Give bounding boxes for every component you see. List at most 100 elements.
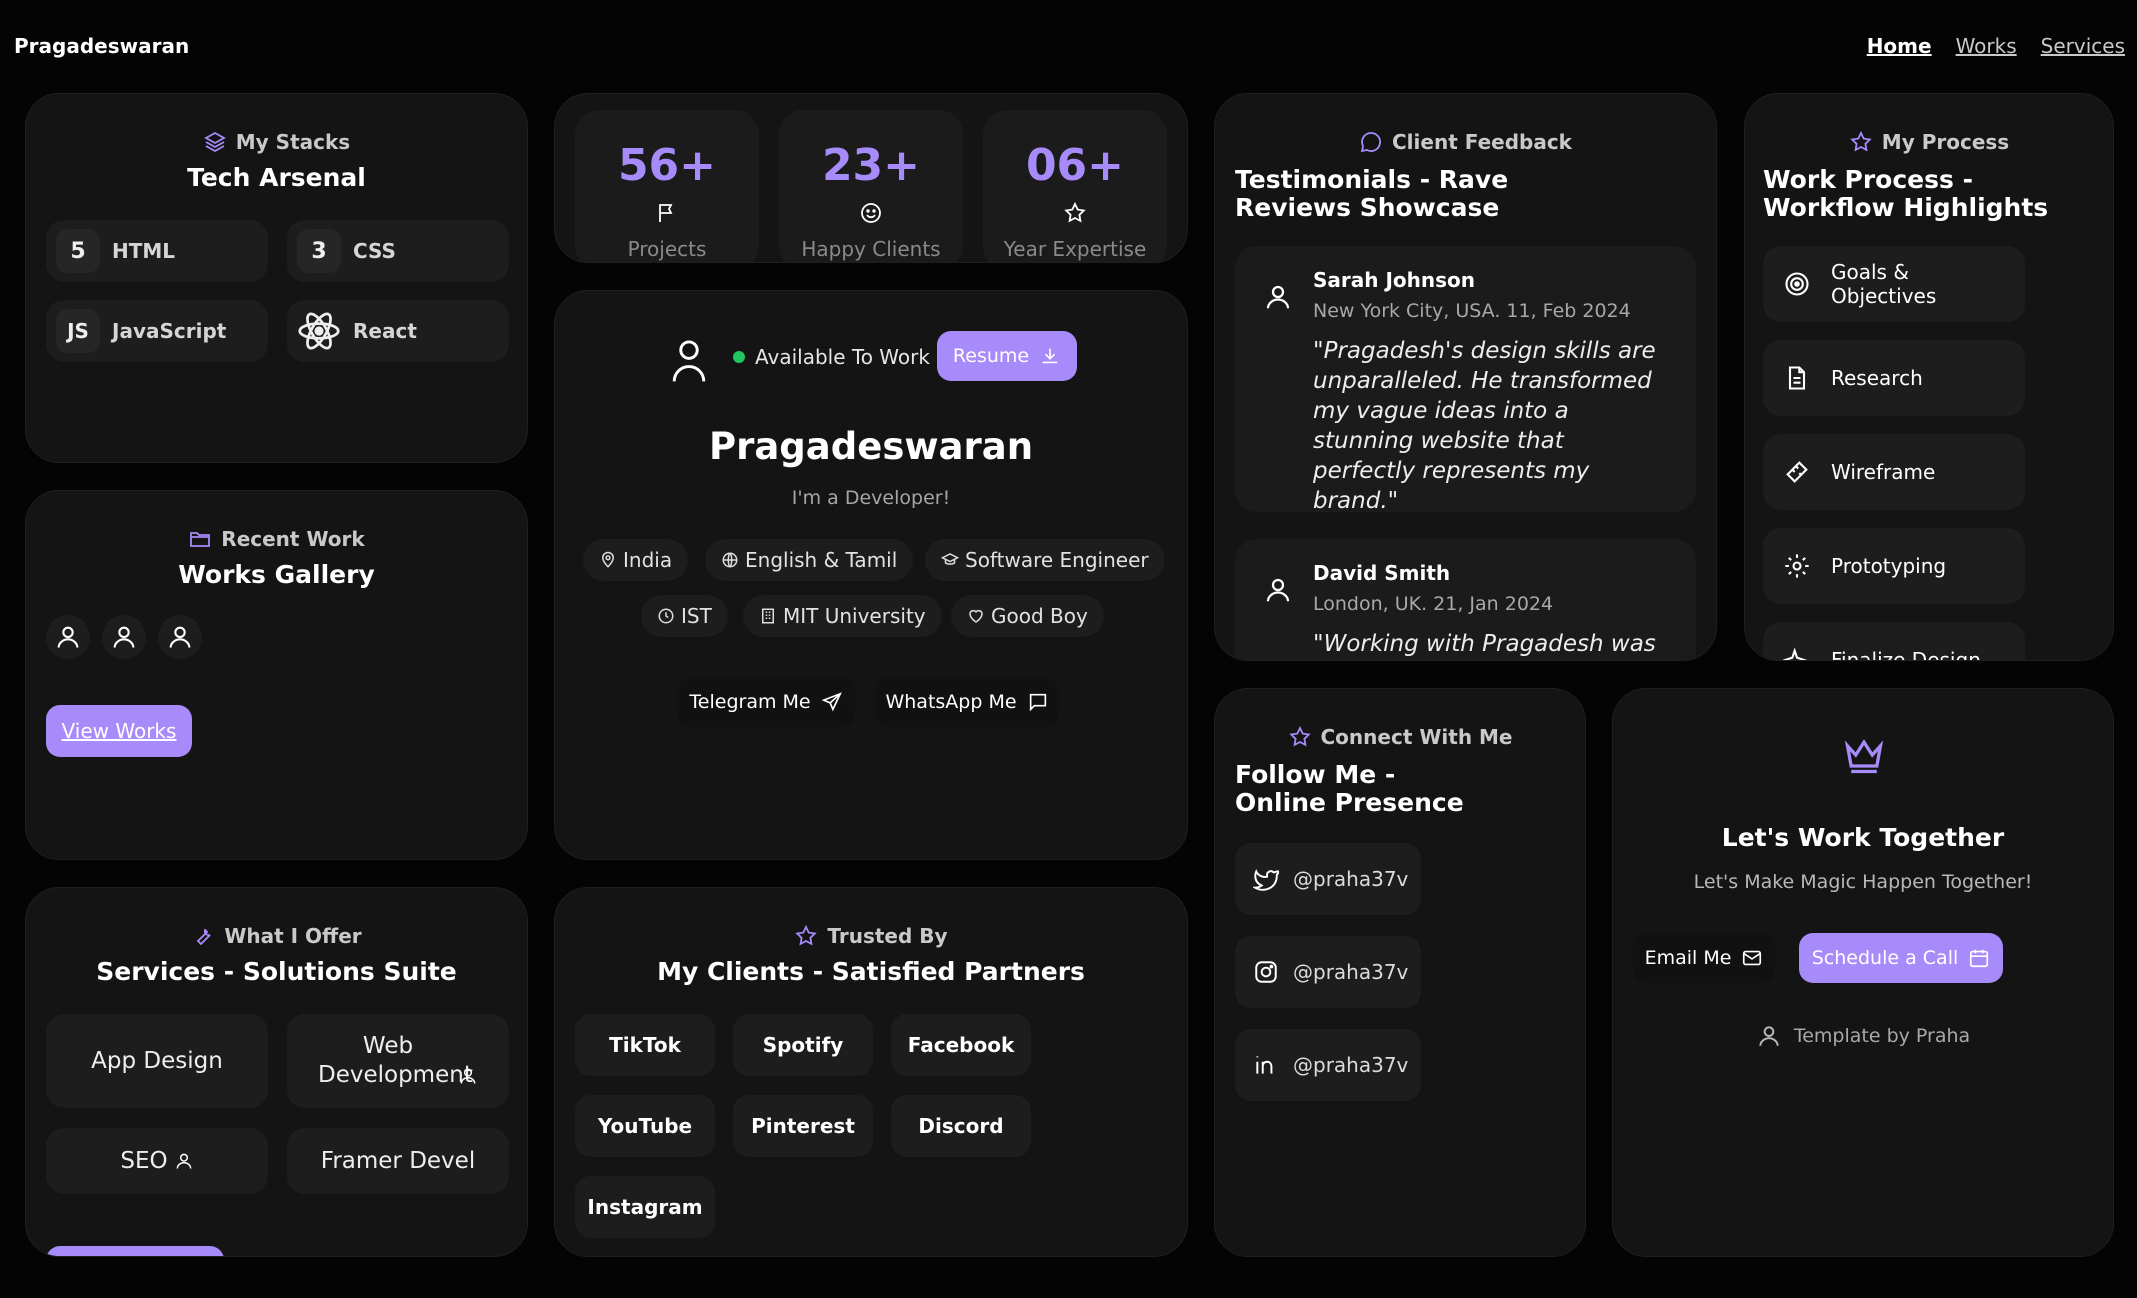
work-thumb-2[interactable] [102, 615, 146, 659]
connect-title: Follow Me - Online Presence [1235, 760, 1464, 817]
email-me-button[interactable]: Email Me [1633, 933, 1775, 983]
gear-icon [1783, 552, 1811, 580]
cta-card: Let's Work Together Let's Make Magic Hap… [1612, 688, 2114, 1257]
stat-happy-clients: 23+ Happy Clients [779, 110, 963, 262]
service-item: SEO [46, 1128, 268, 1194]
testimonial-meta: New York City, USA. 11, Feb 2024 [1313, 300, 1631, 322]
testimonial-card: Sarah Johnson New York City, USA. 11, Fe… [1235, 246, 1696, 514]
work-thumb-1[interactable] [46, 615, 90, 659]
testimonial-meta: London, UK. 21, Jan 2024 [1313, 593, 1554, 615]
layers-icon [203, 130, 227, 154]
download-icon [1039, 345, 1061, 367]
availability-status: Available To Work [755, 345, 930, 369]
client-logo: Instagram [575, 1176, 715, 1238]
user-icon [54, 623, 82, 651]
stat-projects: 56+ Projects [575, 110, 759, 262]
profile-role: I'm a Developer! [791, 487, 951, 509]
main-nav: Home Works Services [1867, 34, 2125, 58]
crown-icon [1841, 733, 1887, 777]
social-twitter[interactable]: @praha37v [1235, 843, 1421, 915]
process-step: Wireframe [1763, 434, 2025, 510]
clients-kicker: Trusted By [555, 924, 1187, 948]
works-card: Recent Work Works Gallery View Works [25, 490, 528, 860]
resume-button[interactable]: Resume [937, 331, 1077, 381]
service-item: Web Development [287, 1014, 509, 1108]
stacks-kicker: My Stacks [26, 130, 527, 154]
client-logo: TikTok [575, 1014, 715, 1076]
client-logo: Spotify [733, 1014, 873, 1076]
connect-card: Connect With Me Follow Me - Online Prese… [1214, 688, 1586, 1257]
template-credit[interactable]: Template by Praha [1613, 1023, 2113, 1049]
twitter-icon [1253, 866, 1279, 892]
star-icon [1288, 725, 1312, 749]
nav-works[interactable]: Works [1956, 34, 2017, 58]
client-logo: YouTube [575, 1095, 715, 1157]
feedback-card: Client Feedback Testimonials - Rave Revi… [1214, 93, 1717, 661]
social-instagram[interactable]: @praha37v [1235, 936, 1421, 1008]
ruler-icon [1783, 458, 1811, 486]
mail-icon [1741, 947, 1763, 969]
whatsapp-button[interactable]: WhatsApp Me [875, 677, 1059, 727]
message-icon [1027, 691, 1049, 713]
flag-icon [655, 201, 679, 225]
stacks-title: Tech Arsenal [187, 163, 366, 192]
linkedin-icon [1253, 1052, 1279, 1078]
feedback-title: Testimonials - Rave Reviews Showcase [1235, 165, 1509, 222]
testimonial-quote: "Pragadesh's design skills are unparalle… [1313, 338, 1656, 514]
document-icon [1783, 364, 1811, 392]
pin-icon [599, 551, 617, 569]
service-item: App Design [46, 1014, 268, 1108]
avatar [669, 337, 709, 383]
client-logo: Discord [891, 1095, 1031, 1157]
clients-card: Trusted By My Clients - Satisfied Partne… [554, 887, 1188, 1257]
calendar-icon [1968, 947, 1990, 969]
works-kicker: Recent Work [26, 527, 527, 551]
stat-year-expertise: 06+ Year Expertise [983, 110, 1167, 262]
nav-services[interactable]: Services [2041, 34, 2125, 58]
tag-timezone: IST [641, 595, 728, 637]
folder-icon [188, 527, 212, 551]
star-icon [794, 924, 818, 948]
user-icon [1263, 282, 1293, 312]
view-works-button[interactable]: View Works [46, 705, 192, 757]
telegram-button[interactable]: Telegram Me [677, 677, 855, 727]
tag-profession: Software Engineer [925, 539, 1165, 581]
process-step: Finalize Design [1763, 622, 2025, 660]
star-icon [1849, 130, 1873, 154]
services-more-button[interactable] [46, 1246, 224, 1256]
tag-location: India [583, 539, 689, 581]
tag-personality: Good Boy [951, 595, 1104, 637]
work-thumb-3[interactable] [158, 615, 202, 659]
css3-icon: 3 [297, 229, 341, 273]
client-logo: Pinterest [733, 1095, 873, 1157]
testimonial-card: David Smith London, UK. 21, Jan 2024 "Wo… [1235, 539, 1696, 660]
stats-card: 56+ Projects 23+ Happy Clients 06+ Year … [554, 93, 1188, 263]
process-step: Research [1763, 340, 2025, 416]
instagram-icon [1253, 959, 1279, 985]
target-icon [1783, 270, 1811, 298]
testimonial-quote: "Working with Pragadesh was a [1313, 631, 1656, 657]
stack-item-html: 5 HTML [46, 220, 268, 282]
stack-item-css: 3 CSS [287, 220, 509, 282]
user-icon [166, 623, 194, 651]
tag-languages: English & Tamil [705, 539, 914, 581]
chat-bubble-icon [1359, 130, 1383, 154]
connect-kicker: Connect With Me [1215, 725, 1585, 749]
feedback-kicker: Client Feedback [1215, 130, 1716, 154]
stack-item-react: React [287, 300, 509, 362]
process-step: Prototyping [1763, 528, 2025, 604]
brand-name[interactable]: Pragadeswaran [14, 34, 189, 58]
clients-title: My Clients - Satisfied Partners [657, 957, 1085, 986]
cta-subtitle: Let's Make Magic Happen Together! [1693, 871, 2033, 893]
schedule-call-button[interactable]: Schedule a Call [1799, 933, 2003, 983]
process-title: Work Process - Workflow Highlights [1763, 165, 2049, 222]
user-icon [174, 1151, 194, 1171]
social-linkedin[interactable]: @praha37v [1235, 1029, 1421, 1101]
star-icon [1063, 201, 1087, 225]
smile-icon [859, 201, 883, 225]
user-icon [110, 623, 138, 651]
nav-home[interactable]: Home [1867, 34, 1932, 58]
heart-icon [967, 607, 985, 625]
services-title: Services - Solutions Suite [96, 957, 457, 986]
testimonial-name: Sarah Johnson [1313, 268, 1476, 292]
